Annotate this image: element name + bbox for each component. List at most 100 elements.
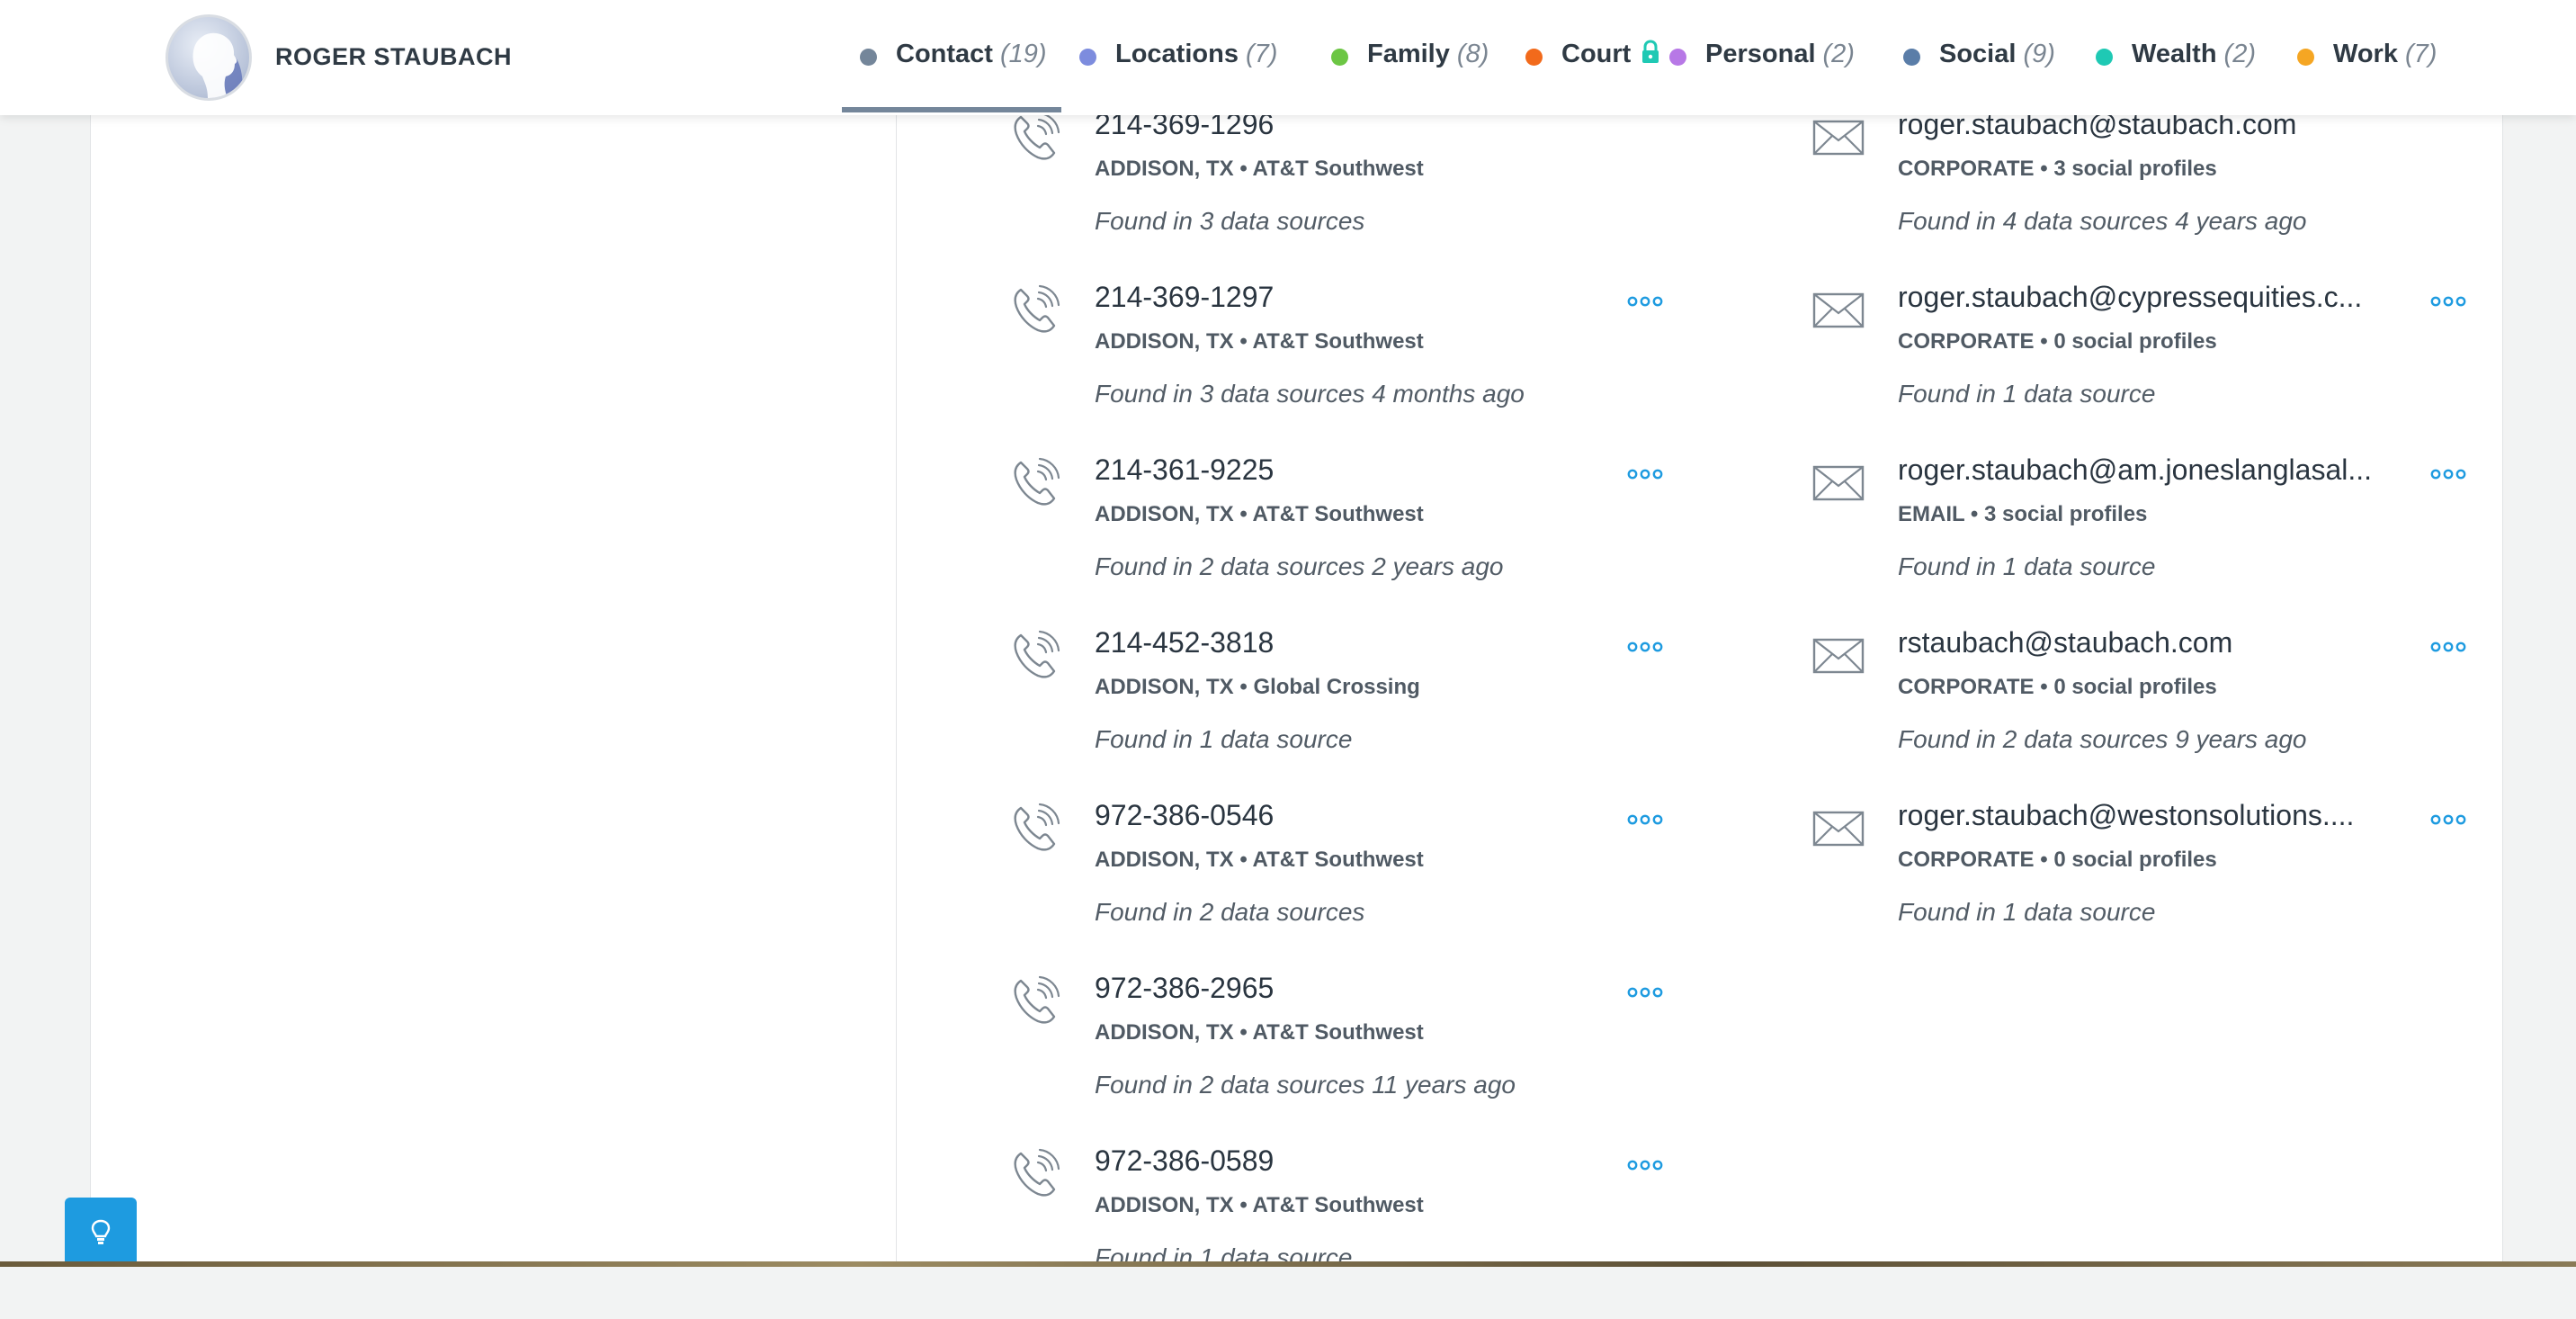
- email-meta-secondary: 0 social profiles: [2053, 848, 2217, 872]
- phone-meta-primary: ADDISON, TX: [1095, 502, 1234, 526]
- tab-label-text: Contact: [896, 40, 993, 68]
- phone-meta-primary: ADDISON, TX: [1095, 848, 1234, 872]
- email-meta-primary: CORPORATE: [1898, 329, 2035, 354]
- phone-icon: [1008, 455, 1062, 509]
- profile-name: ROGER STAUBACH: [275, 43, 512, 70]
- email-sources: Found in 1 data source: [1898, 380, 2156, 408]
- phone-number: 214-369-1297: [1095, 281, 1275, 313]
- phone-meta-primary: ADDISON, TX: [1095, 675, 1234, 699]
- tab-label: Wealth (2): [2132, 40, 2256, 69]
- email-entry: roger.staubach@staubach.com CORPORATE • 3…: [1811, 108, 2549, 283]
- tab-count: (7): [2404, 40, 2437, 68]
- tab-color-dot: [1669, 49, 1686, 66]
- tab-label-text: Court: [1561, 40, 1632, 68]
- tab-count: (9): [2023, 40, 2055, 68]
- tab-label: Contact (19): [896, 40, 1047, 69]
- tab-color-dot: [2297, 49, 2314, 66]
- more-options-icon[interactable]: [2430, 295, 2466, 308]
- separator-dot: •: [1233, 1020, 1253, 1045]
- email-meta: CORPORATE • 0 social profiles: [1898, 329, 2217, 354]
- more-options-icon[interactable]: [1627, 986, 1663, 999]
- envelope-icon: [1811, 455, 1865, 509]
- email-meta-secondary: 3 social profiles: [1983, 502, 2148, 526]
- phone-meta-secondary: AT&T Southwest: [1252, 1193, 1424, 1217]
- phone-meta-primary: ADDISON, TX: [1095, 1020, 1234, 1045]
- more-options-icon[interactable]: [1627, 1159, 1663, 1171]
- tab-count: (2): [2223, 40, 2256, 68]
- tab-count: (8): [1456, 40, 1489, 68]
- phone-meta: ADDISON, TX • AT&T Southwest: [1095, 502, 1424, 527]
- phone-meta-secondary: AT&T Southwest: [1252, 848, 1424, 872]
- more-options-icon[interactable]: [2430, 813, 2466, 826]
- phone-meta-secondary: AT&T Southwest: [1252, 502, 1424, 526]
- tab-label: Work (7): [2333, 40, 2437, 69]
- email-entry: roger.staubach@westonsolutions.... CORPOR…: [1811, 799, 2549, 974]
- more-options-icon[interactable]: [1627, 641, 1663, 653]
- phone-meta-primary: ADDISON, TX: [1095, 157, 1234, 181]
- email-meta-primary: CORPORATE: [1898, 848, 2035, 872]
- email-meta-primary: EMAIL: [1898, 502, 1965, 526]
- phone-number: 972-386-0546: [1095, 799, 1275, 831]
- phone-meta-secondary: Global Crossing: [1253, 675, 1420, 699]
- email-address: roger.staubach@westonsolutions....: [1898, 799, 2355, 831]
- phone-entry: 972-386-2965 ADDISON, TX • AT&T Southwest…: [1008, 972, 1746, 1146]
- active-tab-indicator: [842, 107, 1061, 112]
- email-sources: Found in 4 data sources 4 years ago: [1898, 207, 2307, 235]
- phone-icon: [1008, 801, 1062, 855]
- phone-sources: Found in 2 data sources 11 years ago: [1095, 1071, 1516, 1099]
- more-options-icon[interactable]: [1627, 468, 1663, 480]
- email-sources: Found in 1 data source: [1898, 898, 2156, 926]
- more-options-icon[interactable]: [2430, 641, 2466, 653]
- tab-label-text: Wealth: [2132, 40, 2217, 68]
- separator-dot: •: [2034, 848, 2054, 872]
- lightbulb-icon: [91, 1219, 111, 1244]
- more-options-icon[interactable]: [1627, 295, 1663, 308]
- email-address: roger.staubach@am.joneslanglasal...: [1898, 453, 2373, 486]
- phone-icon: [1008, 283, 1062, 336]
- email-meta: CORPORATE • 0 social profiles: [1898, 675, 2217, 700]
- left-panel: [90, 0, 897, 1267]
- phone-number: 972-386-0589: [1095, 1144, 1275, 1177]
- phone-sources: Found in 1 data source: [1095, 725, 1353, 753]
- tab-color-dot: [1079, 49, 1096, 66]
- phone-meta-primary: ADDISON, TX: [1095, 329, 1234, 354]
- tab-color-dot: [1903, 49, 1920, 66]
- avatar[interactable]: [165, 14, 252, 101]
- tab-label: Family (8): [1367, 40, 1489, 69]
- phone-entry: 214-452-3818 ADDISON, TX • Global Crossin…: [1008, 626, 1746, 801]
- separator-dot: •: [2034, 329, 2054, 354]
- phone-number: 972-386-2965: [1095, 972, 1275, 1004]
- bottom-edge: [0, 1261, 2576, 1267]
- phone-meta: ADDISON, TX • AT&T Southwest: [1095, 329, 1424, 354]
- profile-header: ROGER STAUBACH Contact (19) Locations (7) Fa…: [0, 0, 2576, 115]
- help-button[interactable]: [65, 1198, 137, 1267]
- phone-entry: 972-386-0589 ADDISON, TX • AT&T Southwest…: [1008, 1144, 1746, 1319]
- phone-meta: ADDISON, TX • AT&T Southwest: [1095, 1020, 1424, 1045]
- phone-icon: [1008, 110, 1062, 164]
- phone-entry: 214-369-1297 ADDISON, TX • AT&T Southwest…: [1008, 281, 1746, 455]
- separator-dot: •: [2034, 157, 2054, 181]
- phone-entry: 214-361-9225 ADDISON, TX • AT&T Southwest…: [1008, 453, 1746, 628]
- phone-sources: Found in 3 data sources 4 months ago: [1095, 380, 1525, 408]
- separator-dot: •: [1233, 329, 1253, 354]
- tab-label-text: Work: [2333, 40, 2398, 68]
- separator-dot: •: [1964, 502, 1984, 526]
- phone-meta: ADDISON, TX • Global Crossing: [1095, 675, 1420, 700]
- email-meta: CORPORATE • 3 social profiles: [1898, 157, 2217, 182]
- separator-dot: •: [1233, 1193, 1253, 1217]
- tab-label: Personal (2): [1705, 40, 1855, 69]
- tab-color-dot: [1331, 49, 1348, 66]
- phone-meta-primary: ADDISON, TX: [1095, 1193, 1234, 1217]
- email-meta-secondary: 0 social profiles: [2053, 329, 2217, 354]
- phone-icon: [1008, 974, 1062, 1027]
- phone-sources: Found in 3 data sources: [1095, 207, 1365, 235]
- separator-dot: •: [1233, 848, 1253, 872]
- more-options-icon[interactable]: [2430, 468, 2466, 480]
- more-options-icon[interactable]: [1627, 813, 1663, 826]
- phone-meta-secondary: AT&T Southwest: [1252, 1020, 1424, 1045]
- phone-number: 214-452-3818: [1095, 626, 1275, 659]
- email-sources: Found in 1 data source: [1898, 552, 2156, 580]
- phone-sources: Found in 2 data sources: [1095, 898, 1365, 926]
- phone-number: 214-361-9225: [1095, 453, 1275, 486]
- envelope-icon: [1811, 801, 1865, 855]
